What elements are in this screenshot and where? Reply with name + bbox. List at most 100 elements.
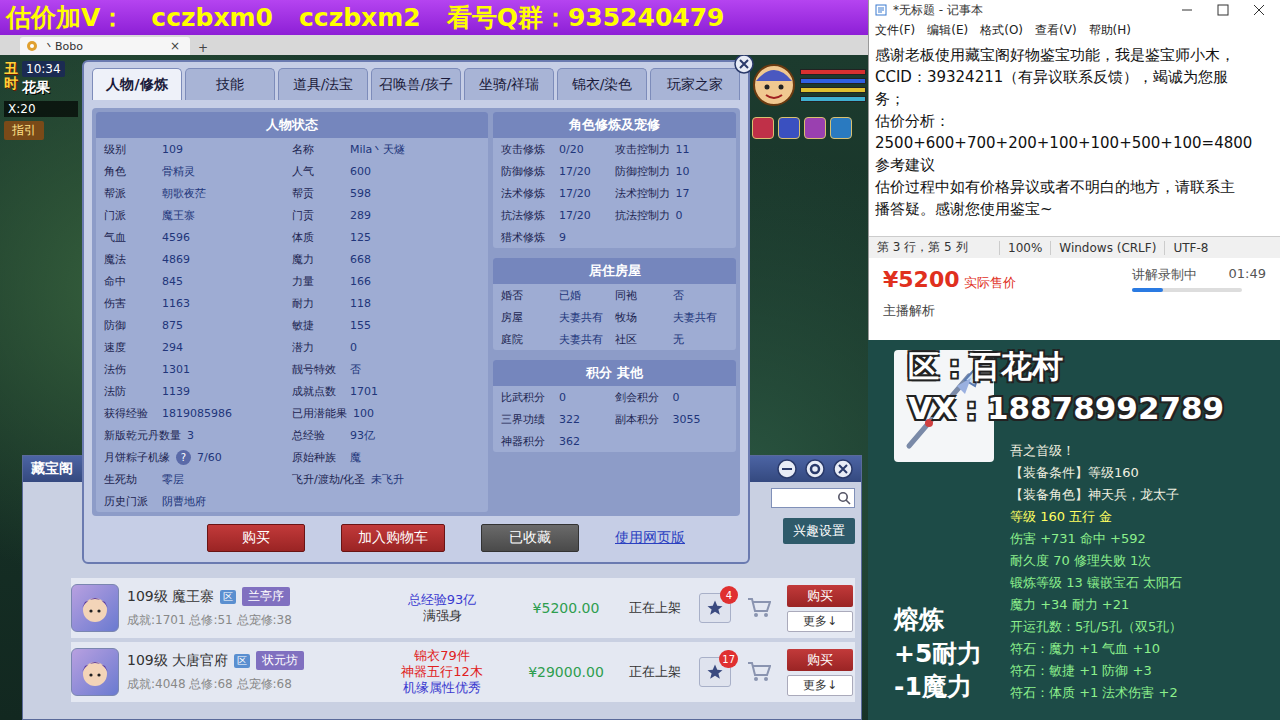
close-icon[interactable] xyxy=(1244,4,1274,16)
listing-row[interactable]: 109级 魔王寨区兰亭序成就:1701 总修:51 总宠修:38总经验93亿满强… xyxy=(71,578,855,638)
hud-left: 丑时10:34花果X:20指引 xyxy=(4,61,78,140)
stat-label: 成就点数 xyxy=(292,384,344,399)
stat-label: 同袍 xyxy=(615,288,667,303)
minimize-icon[interactable] xyxy=(1172,4,1202,16)
stat-label: 级别 xyxy=(104,142,156,157)
stat-label: 飞升/渡劫/化圣 xyxy=(292,472,365,487)
stat-label: 原始种族 xyxy=(292,450,344,465)
menu-item[interactable]: 帮助(H) xyxy=(1089,22,1131,39)
player-face-icon[interactable] xyxy=(752,63,796,107)
stat-row: 法伤1301靓号特效否 xyxy=(96,358,488,380)
stat-value: 3 xyxy=(187,429,194,442)
stat-label: 防御 xyxy=(104,318,156,333)
cart-button[interactable] xyxy=(743,593,775,623)
screen: 估价加V：cczbxm0cczbxm2看号Q群：935240479丶Bobo×+… xyxy=(0,0,1280,720)
favorite-button[interactable]: 4 xyxy=(699,593,731,623)
interest-settings-button[interactable]: 兴趣设置 xyxy=(783,518,855,544)
web-version-link[interactable]: 使用网页版 xyxy=(615,529,685,547)
stat-row: 猎术修炼9 xyxy=(493,226,736,248)
highlight: 神器五行12木 xyxy=(401,664,483,680)
stat-value: 已婚 xyxy=(559,288,581,303)
tab[interactable]: 坐骑/祥瑞 xyxy=(464,68,554,100)
more-button[interactable]: 更多↓ xyxy=(787,611,853,632)
buy-button[interactable]: 购买 xyxy=(787,585,853,607)
stat-value: 0 xyxy=(350,341,357,354)
tab[interactable]: 锦衣/染色 xyxy=(557,68,647,100)
stat-label: 魔法 xyxy=(104,252,156,267)
buy-button[interactable]: 购买 xyxy=(787,649,853,671)
tab[interactable]: 人物/修炼 xyxy=(92,68,182,100)
shichen: 丑时 xyxy=(4,61,18,92)
listing-name: 109级 大唐官府 xyxy=(127,652,228,670)
browser-tab[interactable]: 丶Bobo× xyxy=(20,37,190,55)
hud-bars xyxy=(800,69,866,102)
stat: 法术控制力17 xyxy=(615,186,729,201)
hud-icon[interactable] xyxy=(804,117,826,139)
sale-price-label: 实际售价 xyxy=(964,274,1016,292)
stat: 伤害1163 xyxy=(104,296,292,311)
stat-row: 获得经验1819085986已用潜能果100 xyxy=(96,402,488,424)
stat-label: 抗法控制力 xyxy=(615,208,670,223)
stat-value: 4869 xyxy=(162,253,190,266)
hud-icon[interactable] xyxy=(830,117,852,139)
hud-icon[interactable] xyxy=(752,117,774,139)
smelt-info: 熔炼+5耐力-1魔力 xyxy=(894,603,994,710)
menu-item[interactable]: 查看(V) xyxy=(1035,22,1077,39)
tab[interactable]: 召唤兽/孩子 xyxy=(371,68,461,100)
stat: 角色骨精灵 xyxy=(104,164,292,179)
character-panel: 人物/修炼技能道具/法宝召唤兽/孩子坐骑/祥瑞锦衣/染色玩家之家人物状态级别10… xyxy=(82,60,750,564)
stat-value: 10 xyxy=(676,165,690,178)
hint-icon[interactable]: ? xyxy=(176,450,191,465)
stat-row: 生死劫零层飞升/渡劫/化圣未飞升 xyxy=(96,468,488,490)
action-button[interactable]: 购买 xyxy=(207,524,305,552)
listing-row[interactable]: 109级 大唐官府区状元坊成就:4048 总修:68 总宠修:68锦衣79件神器… xyxy=(71,642,855,702)
stat-row: 庭院夫妻共有社区无 xyxy=(493,328,736,350)
panel-close-icon[interactable] xyxy=(734,55,754,74)
hud-icon[interactable] xyxy=(778,117,800,139)
menu-item[interactable]: 格式(O) xyxy=(980,22,1023,39)
menu-item[interactable]: 编辑(E) xyxy=(927,22,968,39)
menu-item[interactable]: 文件(F) xyxy=(875,22,915,39)
stat-value: 11 xyxy=(676,143,690,156)
action-button[interactable]: 加入购物车 xyxy=(341,524,445,552)
guide-button[interactable]: 指引 xyxy=(4,121,44,140)
recording-box: 讲解录制中01:49 xyxy=(1132,266,1266,292)
stat-label: 帮贡 xyxy=(292,186,344,201)
favorite-button[interactable]: 17 xyxy=(699,657,731,687)
hud-bar xyxy=(800,87,866,93)
stat-value: 600 xyxy=(350,165,371,178)
panel-close-button[interactable] xyxy=(734,55,756,76)
text-line: 播答疑。感谢您使用鉴宝~ xyxy=(875,198,1274,220)
server-tag: 兰亭序 xyxy=(242,587,290,606)
listing-highlights: 锦衣79件神器五行12木机缘属性优秀 xyxy=(367,648,517,697)
stat: 庭院夫妻共有 xyxy=(501,332,615,347)
stat-value: 289 xyxy=(350,209,371,222)
tab-glyph[interactable]: × xyxy=(166,39,184,53)
stat-value: 1701 xyxy=(350,385,378,398)
tab-glyph[interactable]: + xyxy=(194,41,212,55)
tab[interactable]: 道具/法宝 xyxy=(278,68,368,100)
game-scene: 丑时10:34花果X:20指引藏宝阁兴趣设置109级 魔王寨区兰亭序成就:170… xyxy=(0,55,868,720)
stat-row: 气血4596体质125 xyxy=(96,226,488,248)
stat: 飞升/渡劫/化圣未飞升 xyxy=(292,472,480,487)
stat-value: 668 xyxy=(350,253,371,266)
notepad-text[interactable]: 感谢老板使用藏宝阁好物鉴宝功能，我是鉴宝师小木，CCID：39324211（有异… xyxy=(869,40,1280,236)
stat: 敏捷155 xyxy=(292,318,480,333)
stat: 已用潜能果100 xyxy=(292,406,480,421)
tab[interactable]: 技能 xyxy=(185,68,275,100)
minimize-icon[interactable] xyxy=(777,459,797,479)
close-icon[interactable] xyxy=(833,459,853,479)
cart-button[interactable] xyxy=(743,657,775,687)
section-header: 角色修炼及宠修 xyxy=(493,112,736,138)
stat-value: 1819085986 xyxy=(162,407,232,420)
stat-row: 命中845力量166 xyxy=(96,270,488,292)
stat: 门贡289 xyxy=(292,208,480,223)
tab[interactable]: 玩家之家 xyxy=(650,68,740,100)
stat-value: 骨精灵 xyxy=(162,164,195,179)
settings-icon[interactable] xyxy=(805,459,825,479)
action-button[interactable]: 已收藏 xyxy=(481,524,579,552)
stat-row: 攻击修炼0/20攻击控制力11 xyxy=(493,138,736,160)
maximize-icon[interactable] xyxy=(1208,4,1238,16)
more-button[interactable]: 更多↓ xyxy=(787,675,853,696)
search-field[interactable] xyxy=(771,488,855,508)
